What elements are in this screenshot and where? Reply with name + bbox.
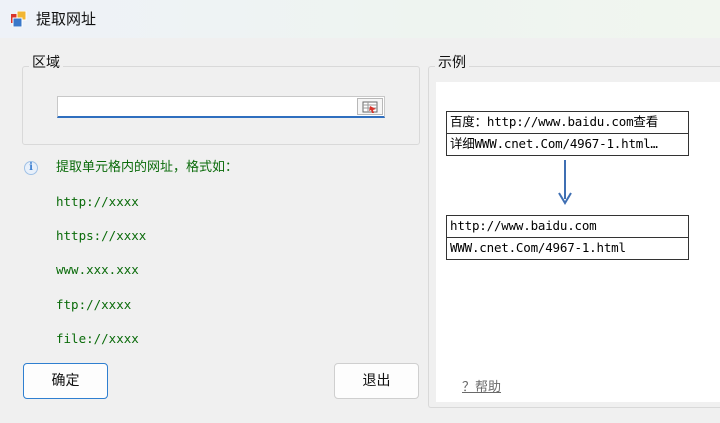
example-after-table: http://www.baidu.com WWW.cnet.Com/4967-1… (446, 215, 689, 260)
example-before-row: 详细WWW.cnet.Com/4967-1.html… (450, 136, 658, 151)
example-group-title: 示例 (435, 54, 469, 72)
ok-button[interactable]: 确定 (23, 363, 108, 399)
info-icon: i (24, 161, 38, 175)
example-after-row: http://www.baidu.com (447, 216, 688, 238)
range-picker-icon (362, 101, 378, 113)
hint-intro: 提取单元格内的网址，格式如： (56, 160, 239, 175)
region-input[interactable] (58, 97, 364, 116)
title-bar: 提取网址 (0, 0, 720, 38)
example-before-row: 百度：http://www.baidu.com查看 (447, 112, 688, 134)
format-http: http://xxxx (56, 194, 139, 209)
example-after-row: WWW.cnet.Com/4967-1.html (450, 240, 626, 255)
format-www: www.xxx.xxx (56, 262, 139, 277)
exit-button[interactable]: 退出 (334, 363, 419, 399)
format-file: file://xxxx (56, 331, 139, 346)
range-picker-button[interactable] (357, 98, 383, 115)
down-arrow-icon (558, 160, 572, 205)
region-input-box (57, 96, 385, 118)
format-https: https://xxxx (56, 228, 147, 243)
window-title: 提取网址 (36, 10, 97, 28)
example-before-table: 百度：http://www.baidu.com查看 详细WWW.cnet.Com… (446, 111, 689, 156)
format-ftp: ftp://xxxx (56, 297, 132, 312)
help-link[interactable]: ？帮助 (462, 376, 501, 395)
app-icon (11, 11, 27, 27)
region-group-title: 区域 (29, 54, 63, 72)
